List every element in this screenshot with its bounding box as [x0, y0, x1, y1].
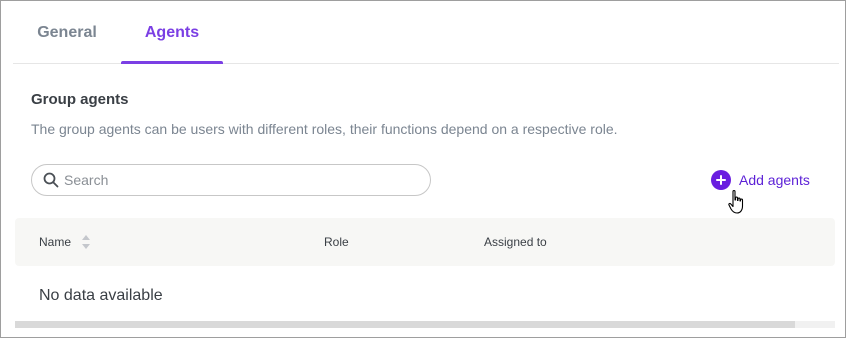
- tab-general[interactable]: General: [19, 1, 115, 64]
- add-agents-button[interactable]: Add agents: [711, 169, 810, 191]
- search-input[interactable]: [64, 172, 404, 188]
- table-header: Name Role Assigned to: [15, 218, 835, 266]
- search-icon: [42, 171, 60, 189]
- scrollbar-thumb[interactable]: [15, 321, 795, 328]
- column-header-name-label: Name: [39, 235, 72, 249]
- sort-icon[interactable]: [81, 234, 91, 250]
- active-tab-indicator: [121, 61, 223, 64]
- hand-pointer-icon: [728, 189, 746, 220]
- horizontal-scrollbar[interactable]: [15, 321, 835, 328]
- agents-panel: General Agents Group agents The group ag…: [0, 0, 846, 338]
- add-agents-label: Add agents: [739, 172, 810, 188]
- search-box[interactable]: [31, 164, 431, 196]
- section-title: Group agents: [31, 91, 129, 108]
- column-header-name[interactable]: Name: [39, 218, 91, 266]
- plus-circle-icon: [711, 170, 731, 190]
- tab-bar: General Agents: [13, 1, 839, 64]
- section-description: The group agents can be users with diffe…: [31, 121, 618, 137]
- column-header-assigned-to: Assigned to: [484, 235, 547, 249]
- empty-state-text: No data available: [39, 287, 163, 304]
- tab-agents[interactable]: Agents: [121, 1, 223, 64]
- column-header-role: Role: [324, 235, 349, 249]
